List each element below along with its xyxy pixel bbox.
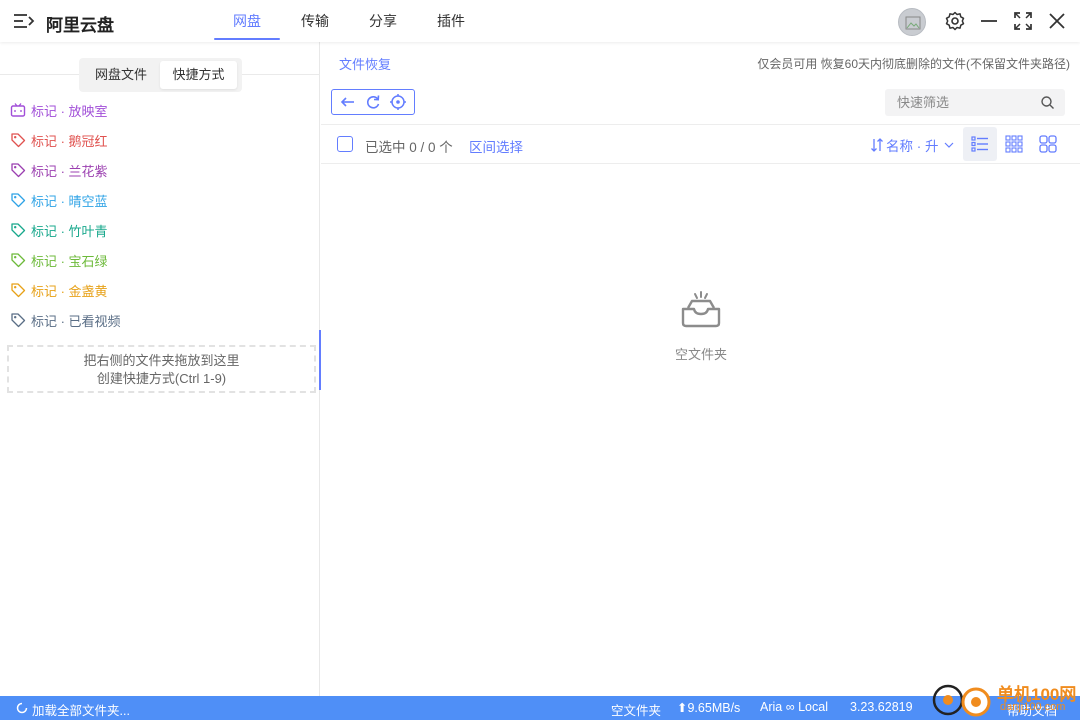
file-toolbar <box>331 89 415 115</box>
app-version: 3.23.62819 <box>850 700 913 714</box>
shortcut-label: 标记 · 已看视频 <box>31 313 121 329</box>
status-bar: 加载全部文件夹... 空文件夹 ⬆9.65MB/s Aria ∞ Local 3… <box>0 696 1080 720</box>
tab-transfer[interactable]: 传输 <box>281 0 349 42</box>
sort-icon <box>871 138 883 152</box>
upload-speed: ⬆9.65MB/s <box>677 701 741 715</box>
list-view-icon <box>971 136 988 152</box>
shortcut-label: 标记 · 放映室 <box>31 103 108 119</box>
avatar[interactable] <box>898 8 926 36</box>
upload-speed-value: 9.65MB/s <box>687 701 741 715</box>
selection-count: 已选中 0 / 0 个 <box>365 140 453 155</box>
shortcut-label: 标记 · 金盏黄 <box>31 283 108 299</box>
sidebar-segment-control: 网盘文件 快捷方式 <box>79 58 242 92</box>
breadcrumb[interactable]: 文件恢复 <box>339 54 391 73</box>
select-all-checkbox[interactable] <box>337 136 353 152</box>
tag-icon <box>11 133 26 148</box>
shortcut-label: 标记 · 晴空蓝 <box>31 193 108 209</box>
shortcut-item[interactable]: 标记 · 竹叶青 <box>10 215 121 245</box>
recovery-notice: 仅会员可用 恢复60天内彻底删除的文件(不保留文件夹路径) <box>757 57 1070 71</box>
avatar-placeholder-icon <box>905 16 921 30</box>
sort-dropdown[interactable]: 名称 · 升 <box>869 135 955 155</box>
search-icon[interactable] <box>1040 95 1055 110</box>
tab-drive[interactable]: 网盘 <box>213 0 281 42</box>
loading-status: 加载全部文件夹... <box>32 704 130 718</box>
large-grid-icon <box>1039 135 1057 153</box>
shortcut-label: 标记 · 兰花紫 <box>31 163 108 179</box>
shortcut-item[interactable]: 标记 · 放映室 <box>10 95 121 125</box>
sort-label: 名称 · 升 <box>886 139 939 154</box>
quick-filter <box>885 89 1065 116</box>
tv-icon <box>10 103 26 117</box>
empty-state-text: 空文件夹 <box>674 347 727 362</box>
app-title: 阿里云盘 <box>46 16 114 35</box>
tag-icon <box>11 253 26 268</box>
download-engine[interactable]: Aria ∞ Local <box>760 700 828 714</box>
locate-icon[interactable] <box>389 93 407 111</box>
tab-share[interactable]: 分享 <box>349 0 417 42</box>
dropzone-hint: 把右侧的文件夹拖放到这里 <box>83 353 240 368</box>
refresh-icon[interactable] <box>364 93 382 111</box>
back-arrow-icon[interactable] <box>339 93 357 111</box>
tab-plugins[interactable]: 插件 <box>417 0 485 42</box>
loading-spinner-icon <box>16 702 28 714</box>
title-bar: 阿里云盘 网盘 传输 分享 插件 <box>0 0 1080 42</box>
close-icon[interactable] <box>1046 10 1068 32</box>
shortcut-item[interactable]: 标记 · 兰花紫 <box>10 155 121 185</box>
fullscreen-icon[interactable] <box>1012 10 1034 32</box>
main-panel: 文件恢复 仅会员可用 恢复60天内彻底删除的文件(不保留文件夹路径) 快速筛选 … <box>321 42 1080 696</box>
tag-icon <box>11 193 26 208</box>
minimize-icon[interactable] <box>978 10 1000 32</box>
tag-icon <box>11 223 26 238</box>
grid-view-icon <box>1005 135 1023 153</box>
divider <box>321 163 1080 164</box>
shortcut-item[interactable]: 标记 · 已看视频 <box>10 305 121 335</box>
folder-status: 空文件夹 <box>611 704 662 718</box>
watermark-url: danji100.com <box>1000 701 1066 713</box>
selection-bar: 已选中 0 / 0 个 区间选择 名称 · 升 <box>321 125 1080 163</box>
shortcut-label: 标记 · 鹅冠红 <box>31 133 108 149</box>
shortcut-item[interactable]: 标记 · 金盏黄 <box>10 275 121 305</box>
shortcut-item[interactable]: 标记 · 鹅冠红 <box>10 125 121 155</box>
app-window: 阿里云盘 网盘 传输 分享 插件 网盘文件 快捷方式 标记 · 放映室 标记 ·… <box>0 0 1080 720</box>
settings-icon[interactable] <box>944 10 966 32</box>
shortcut-item[interactable]: 标记 · 晴空蓝 <box>10 185 121 215</box>
tag-icon <box>11 283 26 298</box>
shortcut-dropzone[interactable]: 把右侧的文件夹拖放到这里 创建快捷方式(Ctrl 1-9) <box>7 345 316 393</box>
shortcut-item[interactable]: 标记 · 宝石绿 <box>10 245 121 275</box>
menu-icon[interactable] <box>12 11 36 31</box>
chevron-down-icon <box>944 142 953 148</box>
empty-folder-icon <box>681 291 721 328</box>
dropzone-shortcut-hint: 创建快捷方式(Ctrl 1-9) <box>96 371 227 386</box>
tag-icon <box>11 163 26 178</box>
sidebar: 网盘文件 快捷方式 标记 · 放映室 标记 · 鹅冠红 标记 · 兰花紫 标记 … <box>0 42 321 696</box>
shortcut-label: 标记 · 竹叶青 <box>31 223 108 239</box>
shortcut-label: 标记 · 宝石绿 <box>31 253 108 269</box>
quick-filter-input[interactable] <box>885 89 1025 116</box>
segment-drive-files[interactable]: 网盘文件 <box>82 61 160 89</box>
tag-icon <box>11 313 26 328</box>
large-grid-view-button[interactable] <box>1031 127 1065 161</box>
main-nav: 网盘 传输 分享 插件 <box>213 0 485 42</box>
shortcut-list: 标记 · 放映室 标记 · 鹅冠红 标记 · 兰花紫 标记 · 晴空蓝 标记 ·… <box>10 95 121 335</box>
list-view-button[interactable] <box>963 127 997 161</box>
segment-shortcuts[interactable]: 快捷方式 <box>160 61 237 89</box>
grid-view-button[interactable] <box>997 127 1031 161</box>
range-select-link[interactable]: 区间选择 <box>469 136 523 156</box>
